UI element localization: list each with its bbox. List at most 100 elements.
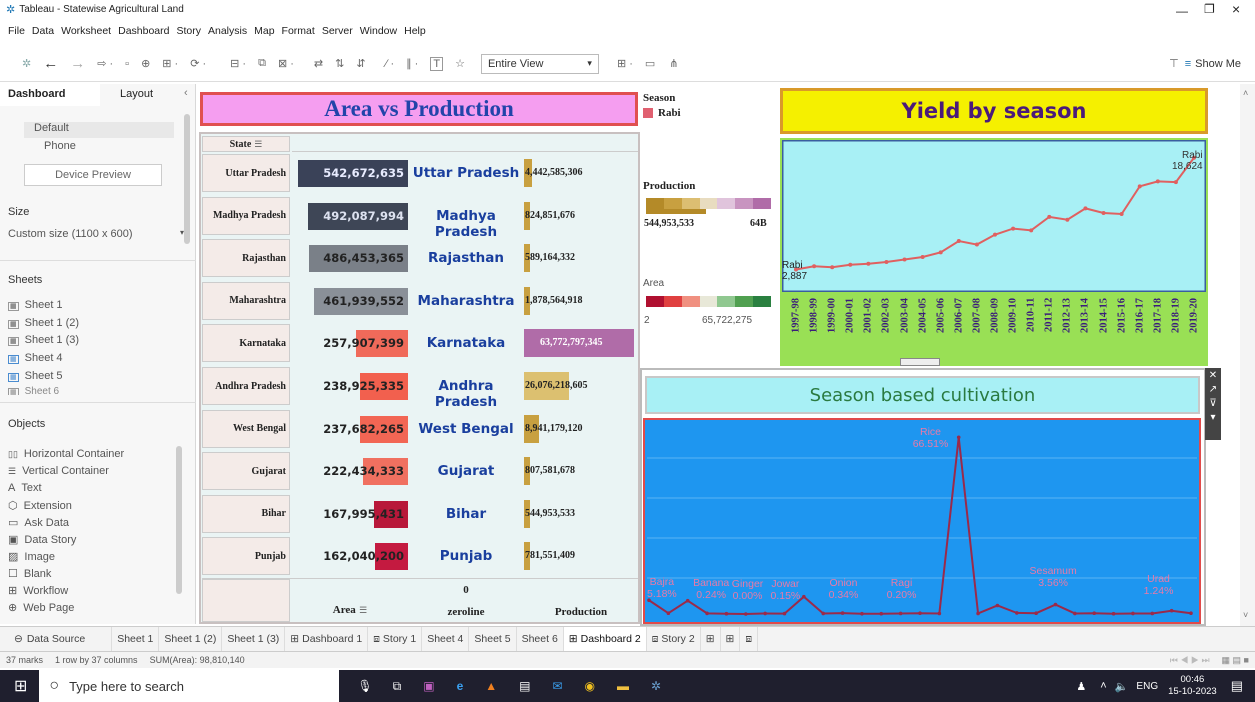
yield-point[interactable] — [938, 250, 943, 255]
sheet-item-4[interactable]: ▦ Sheet 4 — [8, 352, 63, 364]
sheets-scrollbar[interactable] — [184, 114, 190, 244]
show-me-icon[interactable]: ≡ — [1185, 58, 1191, 70]
state-cell[interactable]: Madhya Pradesh — [202, 196, 290, 235]
menu-map[interactable]: Map — [254, 25, 274, 37]
season-legend-item[interactable]: Rabi — [643, 107, 681, 119]
menu-story[interactable]: Story — [176, 25, 201, 37]
tableau-home-icon[interactable]: ✲ — [22, 57, 31, 70]
open-sheet-icon[interactable]: ↗ — [1209, 384, 1217, 395]
area-axis-header[interactable]: Area ☰ — [292, 602, 408, 616]
clear-sheet-icon[interactable]: ⊠ · — [278, 57, 294, 70]
collapse-panel-icon[interactable]: ‹ — [184, 87, 188, 99]
remove-icon[interactable]: ✕ — [1209, 370, 1217, 381]
state-cell[interactable]: Rajasthan — [202, 239, 290, 278]
task-view-icon[interactable]: ⧉ — [393, 679, 402, 694]
yield-point[interactable] — [902, 257, 907, 262]
close-button[interactable]: × — [1232, 1, 1240, 17]
tab-data-source[interactable]: ⊖ Data Source — [0, 627, 113, 651]
filter-icon[interactable]: ⊽ — [1209, 398, 1216, 409]
menu-format[interactable]: Format — [282, 25, 315, 37]
yield-point[interactable] — [993, 232, 997, 237]
state-column-header[interactable]: State ☰ — [202, 136, 290, 152]
refresh-icon[interactable]: ⟳ · — [190, 57, 206, 70]
new-story-icon[interactable]: ⧈ — [740, 627, 758, 651]
presentation-icon[interactable]: ▭ — [645, 57, 655, 70]
splitter-handle[interactable] — [900, 358, 940, 366]
yield-point[interactable] — [956, 239, 961, 244]
show-cards-icon[interactable]: ⊞ · — [617, 57, 633, 70]
tray-chevron-icon[interactable]: ˄ — [1100, 680, 1106, 692]
restore-button[interactable]: ❐ — [1204, 2, 1215, 16]
device-default[interactable]: Default — [24, 122, 174, 138]
fit-dropdown[interactable]: Entire View ▾ — [480, 53, 599, 74]
menu-file[interactable]: File — [8, 25, 25, 37]
taskbar-app-tableau-icon[interactable]: ✲ — [651, 679, 661, 693]
sort-asc-icon[interactable]: ⇅ — [335, 57, 344, 70]
pin-icon[interactable]: ☆ — [455, 57, 465, 70]
tab-dashboard-1[interactable]: ⊞ Dashboard 1 — [285, 627, 369, 651]
yield-point[interactable] — [848, 262, 853, 267]
object-ask-data[interactable]: ▭ Ask Data — [8, 516, 69, 529]
view-toggle-icon[interactable]: ▦ ▤ ■ — [1222, 655, 1249, 666]
tab-story-2[interactable]: ⧈ Story 2 — [647, 627, 701, 651]
highlight-icon[interactable]: ∕ · — [386, 58, 395, 70]
duplicate-icon[interactable]: ⧉ — [258, 57, 266, 70]
taskbar-app-files-icon[interactable]: ▬ — [617, 679, 629, 693]
yield-point[interactable] — [866, 261, 871, 266]
labels-icon[interactable]: T — [430, 56, 444, 71]
device-phone[interactable]: Phone — [44, 140, 76, 152]
sheet-item-2[interactable]: ▦ Sheet 1 (2) — [8, 317, 79, 329]
share-icon[interactable]: ⋔ — [669, 57, 678, 70]
taskbar-app-winrar-icon[interactable]: ▣ — [423, 679, 434, 693]
windows-start-icon[interactable]: ⊞ — [14, 676, 27, 696]
object-workflow[interactable]: ⊞ Workflow — [8, 584, 68, 597]
state-cell[interactable]: Gujarat — [202, 452, 290, 491]
yield-point[interactable] — [974, 242, 979, 247]
tab-layout[interactable]: Layout — [120, 88, 153, 100]
people-icon[interactable]: ♟ — [1076, 680, 1086, 693]
taskbar-search[interactable]: ○ Type here to search — [39, 670, 340, 702]
menu-server[interactable]: Server — [322, 25, 353, 37]
object-image[interactable]: ▨ Image — [8, 550, 55, 563]
yield-point[interactable] — [920, 254, 925, 259]
more-options-icon[interactable]: ▾ — [1210, 412, 1215, 423]
tab-sheet-1-2[interactable]: Sheet 1 (2) — [159, 627, 223, 651]
sheet-item-5[interactable]: ▦ Sheet 5 — [8, 370, 63, 382]
yield-point[interactable] — [1173, 180, 1178, 185]
tab-dashboard[interactable]: Dashboard — [0, 84, 100, 106]
swap-rows-icon[interactable]: ⇄ — [314, 57, 323, 70]
tab-sheet-1[interactable]: Sheet 1 — [112, 627, 160, 651]
group-icon[interactable]: ∥ · — [406, 57, 418, 70]
ask-data-icon[interactable]: ⊤ — [1169, 57, 1179, 70]
sort-icon[interactable]: ☰ — [359, 605, 367, 615]
taskbar-clock[interactable]: 00:46 15-10-2023 — [1168, 674, 1217, 698]
yield-point[interactable] — [830, 265, 835, 270]
volume-icon[interactable]: 🔈 — [1115, 680, 1129, 693]
new-sheet-icon[interactable]: ⊞ · — [162, 57, 178, 70]
yield-point[interactable] — [1119, 212, 1124, 217]
scroll-up-icon[interactable]: ˄ — [1243, 88, 1248, 98]
menu-analysis[interactable]: Analysis — [208, 25, 247, 37]
yield-point[interactable] — [1083, 206, 1088, 211]
tab-story-1[interactable]: ⧈ Story 1 — [368, 627, 423, 651]
tab-sheet-5[interactable]: Sheet 5 — [469, 627, 517, 651]
yield-point[interactable] — [1065, 217, 1070, 222]
object-extension[interactable]: ⬡ Extension — [8, 499, 72, 512]
device-preview-button[interactable]: Device Preview — [24, 164, 162, 186]
objects-scrollbar[interactable] — [176, 446, 182, 594]
notification-icon[interactable]: ▤ — [1231, 678, 1243, 694]
menu-data[interactable]: Data — [32, 25, 54, 37]
menu-window[interactable]: Window — [360, 25, 397, 37]
menu-dashboard[interactable]: Dashboard — [118, 25, 169, 37]
yield-point[interactable] — [1011, 226, 1016, 231]
state-cell[interactable]: Bihar — [202, 494, 290, 533]
object-blank[interactable]: ☐ Blank — [8, 567, 51, 580]
state-cell[interactable]: Punjab — [202, 537, 290, 576]
swap-icon[interactable]: ⊟ · — [230, 57, 246, 70]
taskbar-app-mail-icon[interactable]: ✉ — [552, 679, 562, 693]
sheet-item-1[interactable]: ▦ Sheet 1 — [8, 299, 63, 311]
sheet-item-3[interactable]: ▦ Sheet 1 (3) — [8, 334, 79, 346]
yield-point[interactable] — [1137, 184, 1142, 189]
dashboard-scrollbar[interactable]: ˄ ˅ — [1240, 84, 1255, 626]
yield-point[interactable] — [812, 264, 817, 269]
